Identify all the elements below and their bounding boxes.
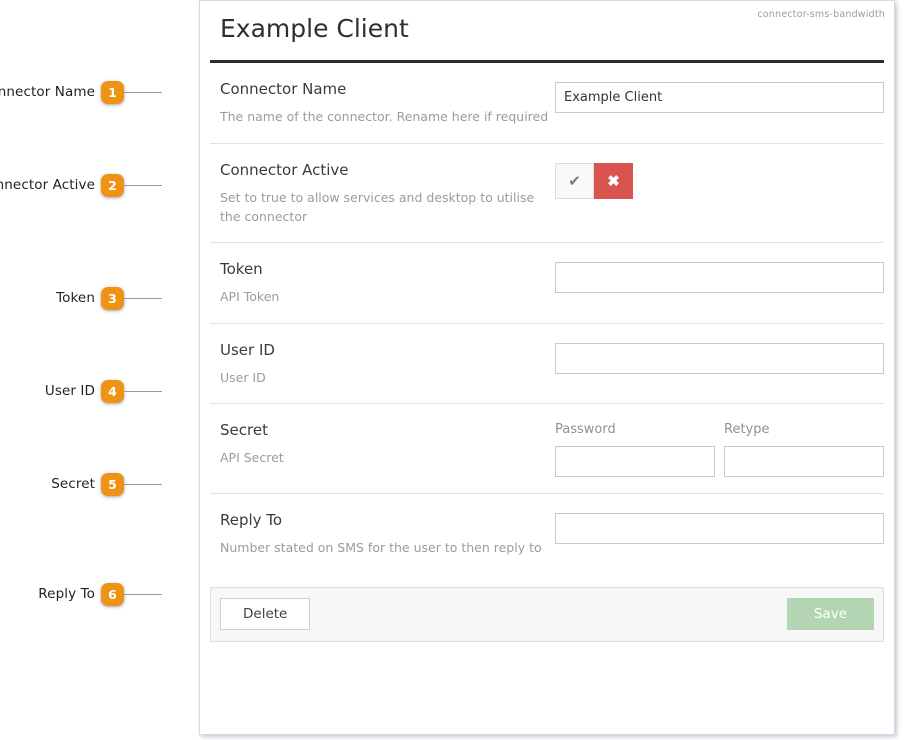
callout-label: User ID [44, 383, 95, 399]
panel-header: connector-sms-bandwidth Example Client [209, 1, 885, 64]
user-id-input[interactable] [555, 342, 884, 374]
connector-type-tag: connector-sms-bandwidth [757, 9, 885, 20]
callout-badge-3: 3 [101, 286, 124, 310]
callout-leader-line [124, 91, 162, 93]
field-control [555, 260, 884, 294]
callout-label: Connector Name [0, 84, 95, 100]
connector-name-input[interactable] [555, 82, 884, 114]
callout-badge-2: 2 [101, 173, 124, 197]
field-labels: Token API Token [210, 260, 555, 306]
callout-label: Reply To [38, 586, 95, 602]
callout-6: Reply To 6 [38, 582, 162, 606]
field-description: API Token [220, 289, 280, 305]
callout-leader-line [124, 390, 162, 392]
callout-leader-line [124, 184, 162, 186]
callout-1: Connector Name 1 [0, 80, 162, 104]
field-row-token: Token API Token [210, 243, 884, 324]
password-label: Password [555, 422, 616, 438]
field-title: Reply To [220, 511, 283, 530]
field-row-secret: Secret API Secret Password Retype [210, 404, 884, 495]
field-description: Set to true to allow services and deskto… [220, 189, 535, 224]
callout-3: Token 3 [56, 286, 162, 310]
token-input[interactable] [555, 262, 884, 294]
delete-button[interactable]: Delete [220, 597, 311, 631]
callout-badge-1: 1 [101, 80, 124, 104]
panel-footer: Delete Save [210, 586, 884, 642]
cross-icon[interactable]: ✖ [594, 162, 633, 199]
callout-leader-line [124, 297, 162, 299]
field-title: Connector Name [220, 80, 347, 99]
save-button[interactable]: Save [786, 597, 874, 631]
field-description: Number stated on SMS for the user to the… [220, 540, 542, 556]
field-labels: Connector Name The name of the connector… [210, 80, 555, 126]
field-row-connector-name: Connector Name The name of the connector… [210, 63, 884, 144]
callout-2: Connector Active 2 [0, 173, 162, 197]
field-control: Password Retype [555, 421, 884, 478]
secret-password-column: Password [555, 422, 715, 478]
field-labels: Reply To Number stated on SMS for the us… [210, 511, 555, 557]
settings-form: Connector Name The name of the connector… [209, 63, 885, 573]
secret-field-group: Password Retype [555, 422, 884, 478]
callout-label: Secret [51, 476, 95, 492]
field-row-user-id: User ID User ID [210, 324, 884, 405]
callout-badge-5: 5 [101, 472, 124, 496]
callout-label: Token [56, 290, 95, 306]
field-labels: User ID User ID [210, 341, 555, 387]
field-control [555, 80, 884, 114]
title-divider [210, 60, 884, 64]
field-control: ✔ ✖ [555, 161, 884, 199]
callout-4: User ID 4 [45, 379, 162, 403]
connector-active-toggle[interactable]: ✔ ✖ [555, 162, 633, 199]
field-labels: Connector Active Set to true to allow se… [210, 161, 555, 227]
secret-retype-column: Retype [724, 422, 884, 478]
secret-password-input[interactable] [555, 446, 715, 478]
callout-leader-line [124, 593, 162, 595]
retype-label: Retype [724, 422, 770, 438]
callout-5: Secret 5 [51, 472, 162, 496]
field-description: API Secret [220, 450, 284, 466]
check-icon[interactable]: ✔ [555, 162, 594, 199]
callout-badge-4: 4 [101, 379, 124, 403]
field-control [555, 511, 884, 545]
field-row-reply-to: Reply To Number stated on SMS for the us… [210, 494, 884, 573]
field-control [555, 341, 884, 374]
secret-retype-input[interactable] [724, 446, 884, 478]
field-title: User ID [220, 340, 275, 359]
field-title: Token [220, 260, 263, 279]
field-title: Secret [220, 421, 268, 440]
callout-leader-line [124, 483, 162, 485]
field-labels: Secret API Secret [210, 421, 555, 467]
field-row-connector-active: Connector Active Set to true to allow se… [210, 144, 884, 244]
callout-label: Connector Active [0, 177, 95, 193]
reply-to-input[interactable] [555, 513, 884, 545]
callout-badge-6: 6 [101, 582, 124, 606]
field-title: Connector Active [220, 160, 349, 179]
field-description: User ID [220, 369, 266, 385]
connector-settings-panel: connector-sms-bandwidth Example Client C… [199, 0, 895, 735]
field-description: The name of the connector. Rename here i… [220, 109, 549, 125]
